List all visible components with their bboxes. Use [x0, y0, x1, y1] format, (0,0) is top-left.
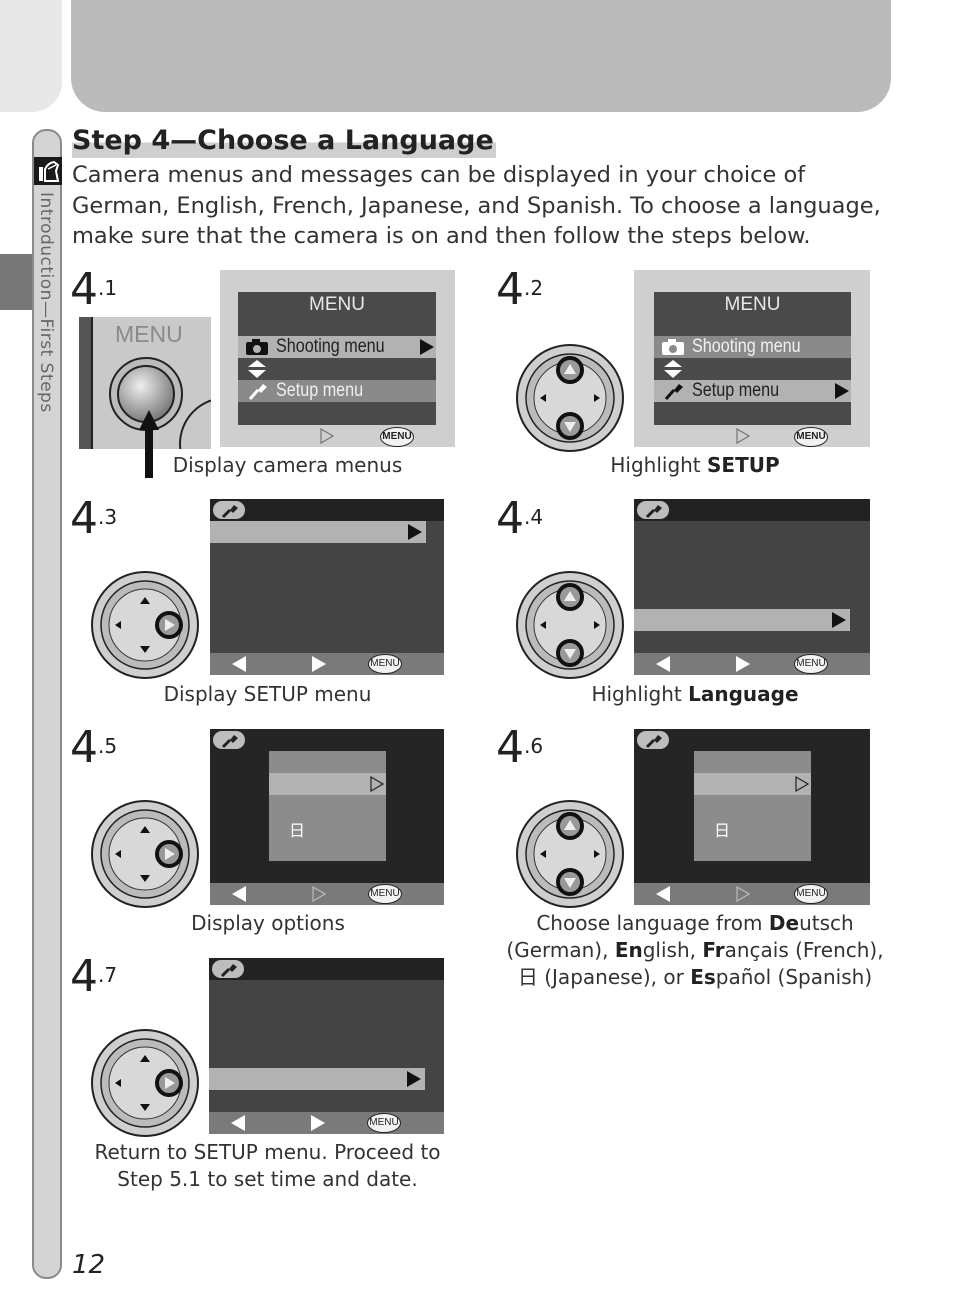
intro-paragraph: Camera menus and messages can be display…: [72, 162, 881, 249]
caption-segment: (Japanese), or: [537, 965, 691, 989]
play-outline-icon: [736, 886, 750, 902]
page-number: 12: [72, 1250, 106, 1280]
wrench-icon: [213, 731, 245, 749]
step-number-4-6: 4.6: [496, 722, 544, 773]
multi-selector-right: [90, 570, 200, 684]
caption-4-1: Display camera menus: [172, 453, 403, 477]
menu-button-label: MENU: [115, 321, 183, 347]
caption-segment: En: [614, 938, 643, 962]
prev-icon: [656, 886, 670, 902]
caption-segment: glish,: [642, 938, 703, 962]
language-option-japanese[interactable]: 日: [289, 817, 305, 841]
caption-4-5: Display options: [191, 911, 345, 935]
language-screen-4-6: 日 MENU: [634, 729, 870, 905]
menu-badge-icon: MENU: [368, 654, 402, 674]
menu-badge-icon: MENU: [367, 1113, 401, 1133]
step-number-4-2: 4.2: [496, 264, 544, 315]
language-options-popup: 日: [694, 751, 811, 861]
caption-segment: Es: [690, 965, 716, 989]
caption-4-4: Highlight Language: [591, 682, 799, 706]
multi-selector-right: [90, 1028, 200, 1142]
menu-badge-icon: MENU: [380, 427, 414, 447]
caption-segment: pañol (Spanish): [715, 965, 873, 989]
next-page-icon: [312, 656, 326, 672]
step-number-4-4: 4.4: [496, 493, 544, 544]
multi-selector-up-down: [515, 343, 625, 457]
next-page-icon: [736, 656, 750, 672]
menu-title: MENU: [309, 294, 365, 315]
prev-page-icon: [232, 656, 246, 672]
language-option-japanese[interactable]: 日: [714, 817, 730, 841]
menu-item-setup[interactable]: Setup menu: [654, 380, 851, 402]
up-down-icon: [664, 360, 682, 378]
language-item-highlight[interactable]: [209, 1068, 425, 1090]
step-number-4-7: 4.7: [70, 951, 118, 1002]
wrench-icon: [637, 501, 669, 519]
menu-badge-icon: MENU: [368, 884, 402, 904]
submenu-arrow-icon: [420, 339, 434, 355]
language-screen-4-5: 日 MENU: [210, 729, 444, 905]
play-outline-icon: [320, 428, 334, 444]
prev-page-icon: [656, 656, 670, 672]
wrench-icon: [637, 731, 669, 749]
setup-screen-4-7: MENU: [209, 958, 444, 1134]
multi-selector-up-down: [515, 799, 625, 913]
menu-badge-icon: MENU: [794, 654, 828, 674]
hand-camera-icon: [34, 157, 62, 185]
wrench-icon: [213, 501, 245, 519]
setup-item-highlight[interactable]: [210, 521, 426, 543]
corner-tab: [0, 0, 62, 112]
wrench-icon: [248, 384, 267, 400]
step-number-4-5: 4.5: [70, 722, 118, 773]
header-banner: [71, 0, 891, 112]
language-item-highlight[interactable]: [634, 609, 850, 631]
language-option-highlight[interactable]: [269, 773, 386, 795]
language-option-highlight[interactable]: [694, 773, 811, 795]
prev-page-icon: [231, 1115, 245, 1131]
multi-selector-up-down: [515, 570, 625, 684]
caption-segment: Fr: [702, 938, 725, 962]
language-options-popup: 日: [269, 751, 386, 861]
caption-segment: ançais (French),: [724, 938, 884, 962]
section-marker: [0, 254, 33, 310]
step-number-4-3: 4.3: [70, 493, 118, 544]
prev-icon: [232, 886, 246, 902]
menu-badge-icon: MENU: [794, 884, 828, 904]
page-title: Step 4—Choose a Language: [72, 124, 496, 158]
menu-item-shooting[interactable]: Shooting menu: [238, 336, 436, 358]
caption-segment: 日: [517, 965, 538, 989]
caption-4-7: Return to SETUP menu. Proceed to Step 5.…: [94, 1140, 441, 1191]
play-outline-icon: [736, 428, 750, 444]
caption-4-3: Display SETUP menu: [163, 682, 372, 706]
multi-selector-right: [90, 799, 200, 913]
menu-screen-4-1: MENU Shooting menu Setup menu MENU: [220, 270, 455, 447]
wrench-icon: [212, 960, 244, 978]
menu-title: MENU: [724, 294, 781, 315]
setup-screen-4-4: MENU: [634, 499, 870, 675]
menu-item-setup[interactable]: Setup menu: [238, 380, 436, 402]
step-number-4-1: 4.1: [70, 264, 118, 315]
up-down-icon: [248, 360, 266, 378]
next-page-icon: [311, 1115, 325, 1131]
caption-segment: Choose language from: [536, 911, 769, 935]
wrench-icon: [664, 384, 683, 400]
caption-segment: De: [768, 911, 800, 935]
play-outline-icon: [312, 886, 326, 902]
submenu-arrow-icon: [835, 383, 849, 399]
menu-item-shooting[interactable]: Shooting menu: [654, 336, 851, 358]
section-tab-text: Introduction—First Steps: [36, 192, 56, 413]
menu-screen-4-2: MENU Shooting menu Setup menu MENU: [634, 270, 870, 447]
section-tab-label: Introduction—First Steps: [34, 192, 60, 462]
menu-badge-icon: MENU: [794, 427, 828, 447]
caption-4-6: Choose language from Deutsch (German), E…: [495, 910, 895, 991]
caption-4-2: Highlight SETUP: [610, 453, 780, 477]
setup-screen-4-3: MENU: [210, 499, 444, 675]
